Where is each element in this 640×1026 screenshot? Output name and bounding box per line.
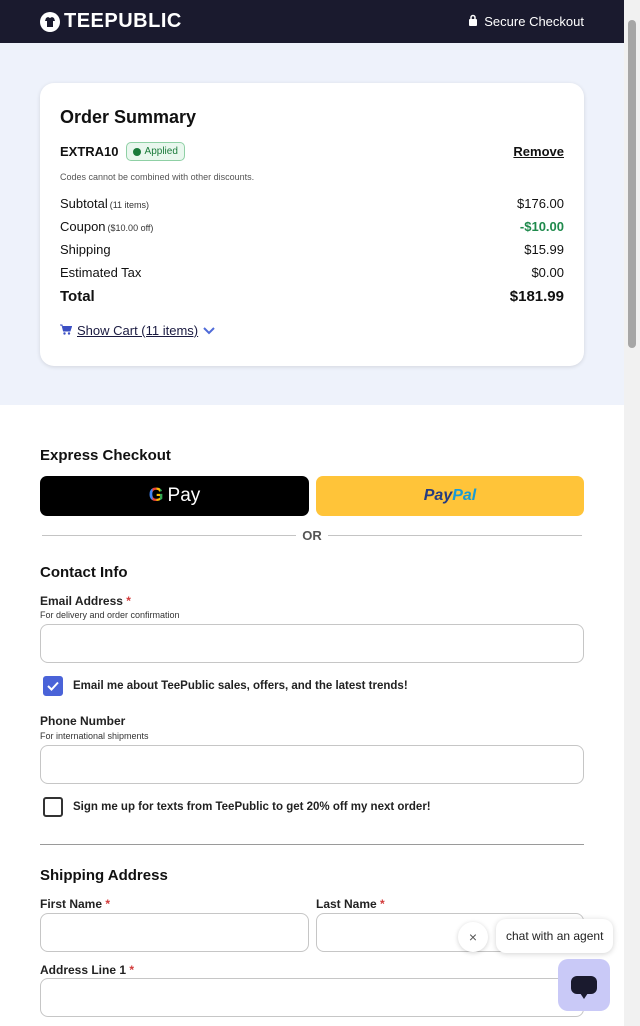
phone-help: For international shipments [40, 731, 149, 741]
chat-bubble-icon [571, 976, 597, 999]
sms-opt-in-label: Sign me up for texts from TeePublic to g… [73, 801, 431, 813]
google-pay-label: Pay [167, 485, 201, 506]
shipping-line: Shipping $15.99 [60, 242, 564, 265]
chat-prompt-bubble[interactable]: chat with an agent [496, 919, 614, 953]
coupon-note: ($10.00 off) [107, 223, 154, 233]
coupon-value: -$10.00 [519, 219, 564, 234]
top-bar: TEEPUBLIC Secure Checkout [0, 0, 624, 43]
first-name-label: First Name * [40, 897, 111, 911]
subtotal-value: $176.00 [517, 196, 564, 211]
section-divider [40, 844, 584, 845]
email-opt-in[interactable]: Email me about TeePublic sales, offers, … [43, 676, 408, 696]
email-field[interactable] [40, 624, 584, 663]
tax-value: $0.00 [531, 265, 564, 280]
total-value: $181.99 [509, 288, 564, 305]
phone-label: Phone Number [40, 714, 126, 728]
tax-line: Estimated Tax $0.00 [60, 265, 564, 288]
lock-icon [468, 14, 478, 29]
logo-mark-icon [40, 11, 60, 32]
sms-opt-in[interactable]: Sign me up for texts from TeePublic to g… [43, 797, 431, 817]
order-summary-card: Order Summary EXTRA10 Applied Remove Cod… [40, 83, 584, 366]
secure-checkout: Secure Checkout [468, 14, 584, 29]
shipping-address-title: Shipping Address [40, 867, 168, 884]
tax-label: Estimated Tax [60, 265, 142, 280]
chevron-down-icon[interactable] [203, 323, 215, 338]
paypal-button[interactable]: Pay Pal [316, 476, 584, 516]
email-opt-in-checkbox[interactable] [43, 676, 63, 696]
remove-promo-link[interactable]: Remove [513, 144, 564, 159]
promo-code: EXTRA10 [60, 144, 119, 159]
cart-icon [60, 323, 73, 338]
or-divider: OR [42, 528, 582, 543]
promo-row: EXTRA10 Applied Remove [60, 142, 564, 161]
close-icon: × [468, 929, 478, 945]
express-checkout-title: Express Checkout [40, 447, 171, 464]
check-circle-icon [132, 147, 141, 156]
shipping-label: Shipping [60, 242, 111, 257]
google-pay-button[interactable]: G Pay [40, 476, 309, 516]
contact-info-title: Contact Info [40, 564, 128, 581]
promo-note: Codes cannot be combined with other disc… [60, 172, 255, 182]
divider-line [327, 535, 582, 536]
google-g-icon: G [148, 485, 164, 506]
brand-name: TEEPUBLIC [64, 10, 182, 32]
last-name-label: Last Name * [316, 897, 385, 911]
first-name-field[interactable] [40, 913, 309, 952]
address-line1-field[interactable] [40, 978, 584, 1017]
order-summary-title: Order Summary [60, 107, 197, 127]
paypal-logo-part2: Pal [452, 487, 477, 504]
chat-launcher-button[interactable] [558, 959, 610, 1011]
phone-field[interactable] [40, 745, 584, 784]
address-line1-label: Address Line 1 * [40, 963, 135, 977]
applied-label: Applied [144, 146, 178, 157]
show-cart-toggle[interactable]: Show Cart (11 items) [60, 323, 564, 338]
secure-checkout-label: Secure Checkout [484, 14, 584, 29]
scrollbar-thumb[interactable] [628, 20, 636, 348]
subtotal-note: (11 items) [109, 200, 150, 210]
chat-prompt-label: chat with an agent [506, 929, 604, 943]
total-line: Total $181.99 [60, 288, 564, 311]
paypal-logo-part1: Pay [423, 487, 453, 504]
show-cart-label[interactable]: Show Cart (11 items) [77, 323, 198, 338]
teepublic-logo[interactable]: TEEPUBLIC [40, 10, 182, 33]
applied-badge: Applied [125, 142, 185, 161]
email-help: For delivery and order confirmation [40, 610, 180, 620]
divider-line [42, 535, 297, 536]
subtotal-label: Subtotal [60, 196, 108, 211]
chat-close-button[interactable]: × [458, 922, 488, 952]
or-label: OR [302, 528, 322, 543]
coupon-label: Coupon [60, 219, 106, 234]
coupon-line: Coupon ($10.00 off) -$10.00 [60, 219, 564, 242]
email-opt-in-label: Email me about TeePublic sales, offers, … [73, 680, 408, 692]
summary-lines: Subtotal (11 items) $176.00 Coupon ($10.00… [60, 196, 564, 311]
page-scrollbar[interactable] [624, 0, 640, 1026]
email-label: Email Address * [40, 594, 131, 608]
sms-opt-in-checkbox[interactable] [43, 797, 63, 817]
shipping-value: $15.99 [524, 242, 564, 257]
total-label: Total [60, 288, 95, 305]
subtotal-line: Subtotal (11 items) $176.00 [60, 196, 564, 219]
